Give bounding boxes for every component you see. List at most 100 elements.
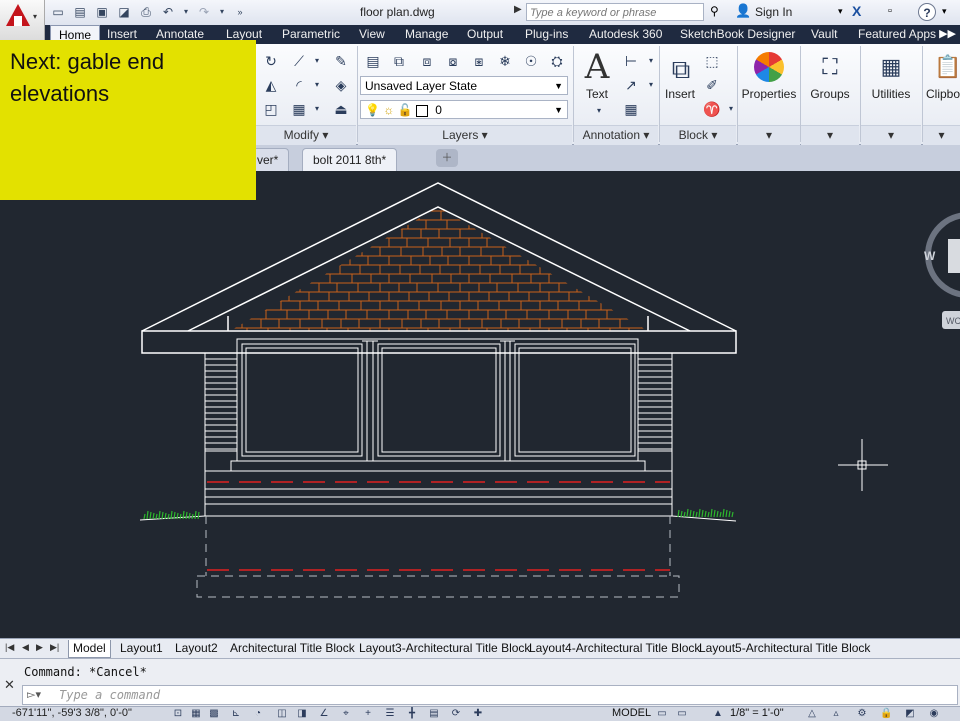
panel-modify-title[interactable]: Modify ▾ <box>256 125 356 145</box>
hardware-acceleration-icon[interactable]: ◩ <box>904 708 916 719</box>
tab-featured-apps[interactable]: Featured Apps <box>858 25 936 44</box>
binoculars-icon[interactable]: ⚲ <box>710 4 719 18</box>
tab-manage[interactable]: Manage <box>405 25 448 44</box>
layer-off-icon[interactable]: ☉ <box>522 52 540 70</box>
help-icon[interactable]: ? <box>918 3 936 21</box>
quick-properties-icon[interactable]: ▤ <box>428 708 440 719</box>
rotate-icon[interactable]: ↻ <box>262 52 280 70</box>
polar-icon[interactable]: ◔ <box>252 708 264 719</box>
properties-button[interactable]: Properties <box>738 87 800 101</box>
properties-dropdown[interactable]: ▾ <box>738 125 800 145</box>
layer-freeze-icon[interactable]: ❄ <box>496 52 514 70</box>
exchange-apps-icon[interactable]: X <box>852 3 870 19</box>
ducs-icon[interactable]: ⌖ <box>340 708 352 719</box>
insert-block-icon[interactable]: ⧉ <box>666 52 696 86</box>
selection-cycling-icon[interactable]: ⟳ <box>450 708 462 719</box>
lock-icon[interactable]: 🔒 <box>880 708 892 719</box>
groups-dropdown[interactable]: ▾ <box>801 125 859 145</box>
open-file-icon[interactable]: ▤ <box>72 4 88 20</box>
close-icon[interactable]: ✕ <box>4 677 15 693</box>
panel-layers-title[interactable]: Layers ▾ <box>358 125 572 145</box>
prev-layout-icon[interactable]: ◀ <box>22 642 29 653</box>
new-file-icon[interactable]: ▭ <box>50 4 66 20</box>
chevron-down-icon[interactable]: ▾ <box>590 102 608 120</box>
search-input[interactable]: Type a keyword or phrase <box>526 3 704 21</box>
layer-unisolate-icon[interactable]: ⧆ <box>470 52 488 70</box>
calculator-icon[interactable]: ▦ <box>876 52 906 82</box>
help-dropdown-icon[interactable]: ▾ <box>942 6 947 17</box>
tab-sketchbook-designer[interactable]: SketchBook Designer <box>680 25 795 44</box>
layout-tab[interactable]: Layout5-Architectural Title Block <box>699 640 870 657</box>
redo-dropdown-icon[interactable]: ▾ <box>218 4 226 20</box>
layer-state-dropdown[interactable]: Unsaved Layer State ▼ <box>360 76 568 95</box>
layout-tab[interactable]: Architectural Title Block <box>230 640 355 657</box>
undo-dropdown-icon[interactable]: ▾ <box>182 4 190 20</box>
chevron-down-icon[interactable]: ▾ <box>308 76 326 94</box>
insert-button[interactable]: Insert <box>662 87 698 101</box>
panel-annotation-title[interactable]: Annotation ▾ <box>574 125 658 145</box>
tab-plugins[interactable]: Plug-ins <box>525 25 568 44</box>
edit-block-icon[interactable]: ✐ <box>703 76 721 94</box>
fillet-icon[interactable]: ◜ <box>290 76 308 94</box>
redo-icon[interactable]: ↷ <box>196 4 212 20</box>
viewcube-west-label[interactable]: W <box>924 249 936 263</box>
dimension-icon[interactable]: ⊢ <box>622 52 640 70</box>
tab-output[interactable]: Output <box>467 25 503 44</box>
3d-osnap-icon[interactable]: ◨ <box>296 708 308 719</box>
layout-tab[interactable]: Layout2 <box>175 640 218 657</box>
scale-icon[interactable]: ◰ <box>262 100 280 118</box>
explode-icon[interactable]: ◈ <box>332 76 350 94</box>
application-menu-button[interactable]: ▾ <box>0 0 45 40</box>
otrack-icon[interactable]: ∠ <box>318 708 330 719</box>
utilities-button[interactable]: Utilities <box>861 87 921 101</box>
auto-scale-icon[interactable]: ▵ <box>830 708 842 719</box>
ortho-icon[interactable]: ⊾ <box>230 708 242 719</box>
offset-icon[interactable]: ⏏ <box>332 100 350 118</box>
leader-icon[interactable]: ↗ <box>622 76 640 94</box>
next-layout-icon[interactable]: ▶ <box>36 642 43 653</box>
layout-tab[interactable]: Layout4-Architectural Title Block <box>529 640 700 657</box>
tab-vault[interactable]: Vault <box>811 25 837 44</box>
command-prompt-icon[interactable]: ▻▾ <box>27 688 41 701</box>
layer-isolate-icon[interactable]: ⧇ <box>444 52 462 70</box>
undo-icon[interactable]: ↶ <box>160 4 176 20</box>
array-icon[interactable]: ▦ <box>290 100 308 118</box>
drawing-canvas[interactable]: W WC <box>0 171 960 638</box>
create-block-icon[interactable]: ⬚ <box>703 52 721 70</box>
osnap-icon[interactable]: ◫ <box>276 708 288 719</box>
groups-icon[interactable]: ⛶ <box>815 52 845 82</box>
coordinate-readout[interactable]: -671'11", -59'3 3/8", 0'-0" <box>12 707 132 719</box>
text-button[interactable]: Text <box>582 87 612 101</box>
clipboard-icon[interactable]: 📋 <box>934 52 960 82</box>
lineweight-icon[interactable]: ☰ <box>384 708 396 719</box>
title-arrow-icon[interactable]: ▶ <box>514 4 522 15</box>
mirror-icon[interactable]: ◭ <box>262 76 280 94</box>
first-layout-icon[interactable]: |◀ <box>5 642 14 653</box>
layout-tab[interactable]: Layout1 <box>120 640 163 657</box>
user-icon[interactable]: 👤 <box>735 3 751 19</box>
transparency-icon[interactable]: ╋ <box>406 708 418 719</box>
layer-match-icon[interactable]: ⧉ <box>390 52 408 70</box>
file-tab-active[interactable]: bolt 2011 8th* <box>302 148 398 171</box>
command-input[interactable]: ▻▾ Type a command <box>22 685 958 705</box>
last-layout-icon[interactable]: ▶| <box>50 642 59 653</box>
minimize-icon[interactable]: ▫ <box>888 5 892 17</box>
layout-tab[interactable]: Layout3-Architectural Title Block <box>359 640 530 657</box>
panel-block-title[interactable]: Block ▾ <box>660 125 736 145</box>
quick-view-layouts-icon[interactable]: ▭ <box>656 708 668 719</box>
chevron-down-icon[interactable]: ▾ <box>642 52 660 70</box>
clipboard-dropdown[interactable]: ▾ <box>923 125 960 145</box>
chevron-down-icon[interactable]: ▾ <box>308 52 326 70</box>
annotation-scale[interactable]: 1/8" = 1'-0" <box>730 707 784 719</box>
layout-tab-model[interactable]: Model <box>68 640 111 658</box>
wcs-label[interactable]: WC <box>946 316 960 326</box>
groups-button[interactable]: Groups <box>801 87 859 101</box>
layer-lock-icon[interactable]: ⛭ <box>548 52 566 70</box>
tab-parametric[interactable]: Parametric <box>282 25 340 44</box>
more-tabs-icon[interactable]: ▶▶ <box>939 25 956 44</box>
annotation-visibility-icon[interactable]: △ <box>806 708 818 719</box>
sign-in-button[interactable]: Sign In <box>755 5 792 19</box>
save-icon[interactable]: ▣ <box>94 4 110 20</box>
properties-icon[interactable] <box>754 52 784 82</box>
new-tab-icon[interactable]: ＋ <box>436 149 458 167</box>
